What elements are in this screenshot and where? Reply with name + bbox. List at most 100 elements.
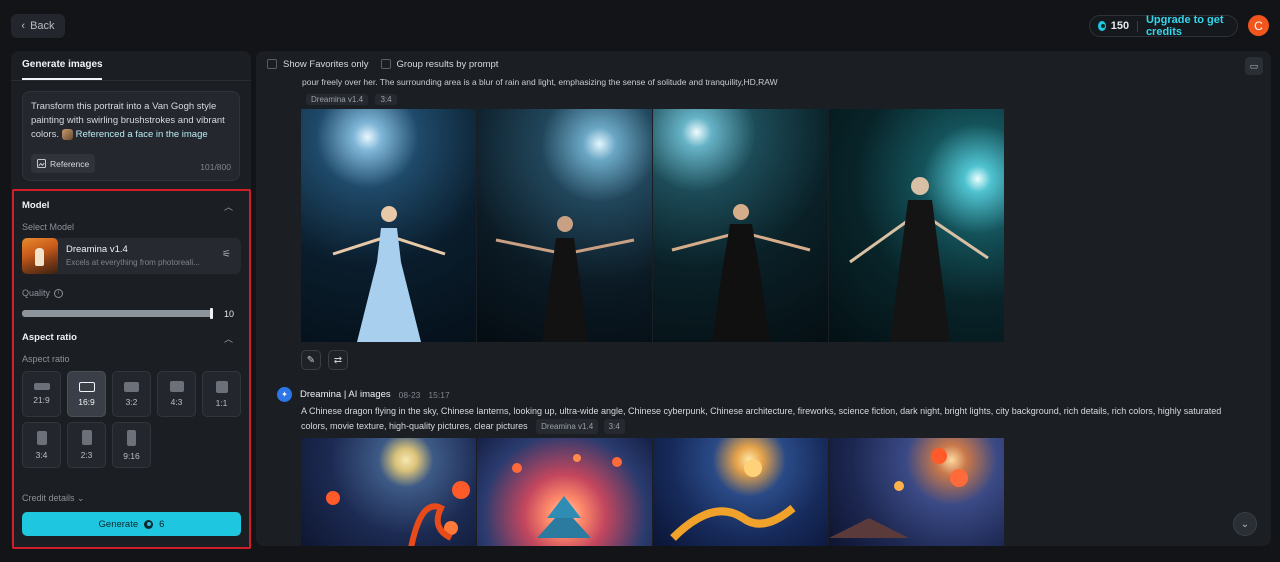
ratio-3-4-icon — [36, 430, 47, 445]
credit-coin-icon — [1098, 21, 1106, 31]
model-description: Excels at everything from photoreali... — [66, 258, 200, 267]
quality-slider-handle[interactable] — [210, 308, 213, 319]
ratio-4-3-icon — [169, 381, 184, 392]
brand-name: Dreamina | AI images — [300, 389, 391, 400]
checkbox[interactable] — [267, 59, 277, 70]
credit-coin-icon — [144, 519, 154, 529]
generated-image[interactable] — [477, 109, 652, 342]
regenerate-icon[interactable]: ⇄ — [328, 350, 348, 370]
chevron-up-icon[interactable]: ︿ — [224, 332, 234, 344]
tab-row: Generate images — [11, 51, 251, 81]
ratio-label: 21:9 — [33, 395, 50, 405]
tab-underline — [22, 78, 102, 80]
generated-image[interactable] — [653, 438, 828, 546]
tab-generate-images[interactable]: Generate images — [22, 59, 103, 70]
chevron-up-icon[interactable]: ︿ — [224, 200, 234, 212]
woman-figure — [495, 216, 634, 342]
reference-button[interactable]: Reference — [31, 154, 95, 173]
divider — [1137, 20, 1138, 32]
generate-button[interactable]: Generate 6 — [22, 512, 241, 536]
back-label: Back — [30, 20, 55, 32]
select-model-label: Select Model — [22, 222, 75, 232]
time: 15:17 — [428, 389, 450, 400]
back-button[interactable]: ‹ Back — [11, 14, 65, 38]
ratio-1-1-icon — [215, 380, 228, 393]
ratio-label: 1:1 — [215, 397, 228, 408]
checkbox[interactable] — [380, 59, 391, 70]
ratio-option-9-16[interactable]: 9:16 — [112, 422, 151, 468]
credits-pill[interactable]: 150 Upgrade to get credits — [1089, 14, 1238, 38]
ratio-option-21-9[interactable]: 21:9 — [22, 371, 61, 417]
avatar[interactable]: C — [1248, 15, 1269, 36]
folder-icon[interactable]: ▭ — [1245, 57, 1263, 75]
aspect-ratio-label: Aspect ratio — [22, 354, 70, 364]
credits-count: 150 — [1110, 20, 1130, 32]
ratio-label: 4:3 — [170, 397, 183, 407]
ratio-option-3-4[interactable]: 3:4 — [22, 422, 61, 468]
ratio-label: 3:2 — [125, 396, 138, 407]
generated-image[interactable] — [301, 109, 476, 342]
ratio-16-9-icon — [78, 381, 95, 392]
ratio-label: 16:9 — [78, 396, 95, 407]
quality-label-text: Quality — [22, 288, 51, 298]
top-bar: ‹ Back 150 Upgrade to get credits C — [0, 0, 1280, 50]
ratio-option-3-2[interactable]: 3:2 — [112, 371, 151, 417]
quality-slider-fill — [22, 310, 213, 317]
upgrade-link[interactable]: Upgrade to get credits — [1146, 14, 1237, 38]
results-panel: Show Favorites only Group results by pro… — [256, 51, 1271, 546]
scroll-down-button[interactable]: ⌄ — [1233, 512, 1257, 536]
dragon-icon — [670, 459, 796, 541]
credit-details-toggle[interactable]: Credit details ⌄ — [22, 493, 85, 504]
quality-value: 10 — [224, 309, 235, 319]
info-icon[interactable]: i — [54, 288, 64, 298]
model-section-title: Model — [22, 200, 50, 211]
ratio-option-16-9[interactable]: 16:9 — [67, 371, 106, 417]
ratio-option-4-3[interactable]: 4:3 — [157, 371, 196, 417]
ratio-9-16-icon — [127, 429, 136, 446]
image-reference-icon — [37, 159, 46, 168]
pagoda-icon — [512, 454, 622, 538]
face-thumbnail-icon — [61, 128, 73, 140]
generated-image[interactable] — [477, 438, 652, 546]
quality-label: Quality i — [22, 288, 64, 298]
generated-image[interactable] — [653, 109, 828, 342]
image-row — [301, 438, 1005, 546]
favorites-filter[interactable]: Show Favorites only — [267, 59, 369, 70]
group-filter[interactable]: Group results by prompt — [380, 59, 499, 70]
quality-slider[interactable] — [22, 308, 213, 319]
sliders-icon[interactable]: ⚟ — [222, 249, 231, 260]
generated-image[interactable] — [829, 109, 1004, 342]
char-count: 101/800 — [200, 162, 231, 172]
prompt-value: A Chinese dragon flying in the sky, Chin… — [301, 406, 1222, 431]
filter-bar: Show Favorites only Group results by pro… — [267, 59, 498, 70]
group-filter-label: Group results by prompt — [396, 59, 499, 70]
ratio-2-3-icon — [81, 430, 92, 445]
generated-image[interactable] — [301, 438, 476, 546]
generated-image[interactable] — [829, 438, 1004, 546]
favorites-filter-label: Show Favorites only — [283, 59, 369, 70]
lanterns-icon — [326, 481, 470, 546]
tag-row: Dreamina v1.4 3:4 — [306, 89, 400, 107]
prompt-input[interactable]: Transform this portrait into a Van Gogh … — [22, 91, 240, 181]
generate-label: Generate — [98, 518, 139, 530]
ratio-option-2-3[interactable]: 2:3 — [67, 422, 106, 468]
aspect-section-title: Aspect ratio — [22, 332, 77, 343]
prompt-text[interactable]: Transform this portrait into a Van Gogh … — [31, 100, 231, 142]
lanterns-icon — [829, 448, 968, 538]
ratio-label: 2:3 — [80, 450, 93, 460]
edit-icon[interactable]: ✎ — [301, 350, 321, 370]
reference-button-label: Reference — [50, 158, 90, 169]
reference-chip-label: Referenced a face in the image — [75, 129, 208, 140]
ratio-option-1-1[interactable]: 1:1 — [202, 371, 241, 417]
reference-chip[interactable]: Referenced a face in the image — [61, 128, 208, 140]
woman-figure — [671, 204, 810, 342]
ratio-21-9-icon — [33, 383, 50, 390]
woman-figure — [848, 177, 989, 342]
model-selector[interactable]: Dreamina v1.4 Excels at everything from … — [22, 238, 241, 274]
ratio-label: 3:4 — [35, 449, 48, 460]
chevron-down-icon: ⌄ — [77, 493, 85, 503]
chevron-left-icon: ‹ — [21, 20, 26, 32]
prompt-text: A Chinese dragon flying in the sky, Chin… — [301, 405, 1231, 434]
ratio-tag: 3:4 — [375, 94, 397, 105]
settings-panel: Model ︿ Select Model Dreamina v1.4 Excel… — [12, 189, 251, 549]
